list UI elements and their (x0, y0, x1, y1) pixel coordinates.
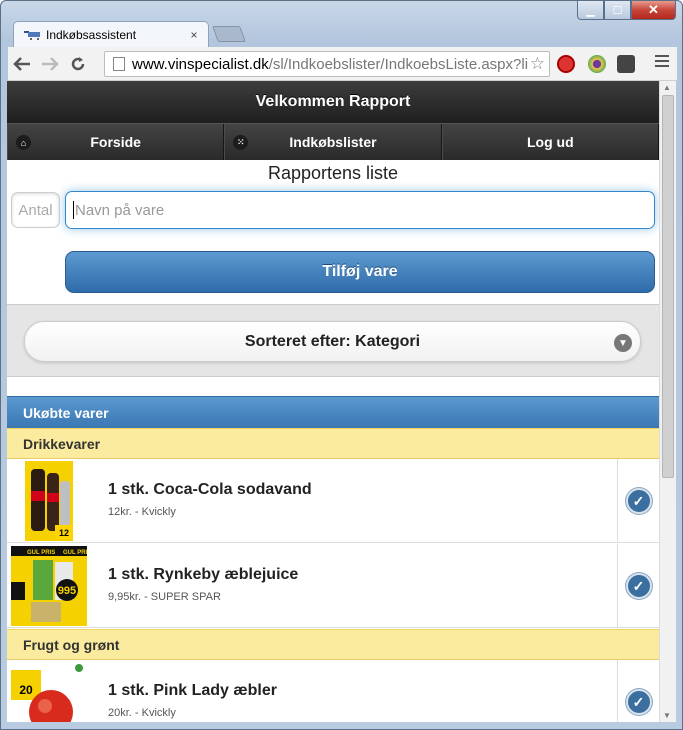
reload-button[interactable] (64, 50, 92, 78)
url-path: /sl/Indkoebslister/IndkoebsListe.aspx?li (268, 55, 529, 73)
product-image: 12 (11, 461, 87, 541)
list-item[interactable]: 20 1 stk. Pink Lady æbler 20kr. - Kvickl… (7, 660, 659, 722)
browser-tab[interactable]: Indkøbsassistent × (13, 21, 209, 47)
vertical-scrollbar[interactable]: ▲ ▼ (659, 81, 676, 722)
svg-text:GUL PRIS: GUL PRIS (63, 550, 87, 556)
back-arrow-icon (13, 56, 30, 71)
item-price-store: 12kr. - Kvickly (108, 506, 176, 518)
add-item-row: Antal Navn på vare (7, 191, 659, 229)
check-icon: ✓ (625, 573, 652, 599)
list-item[interactable]: GUL PRIS GUL PRIS 995 1 stk. Rynkeby æbl… (7, 544, 659, 628)
nav-forside-label: Forside (90, 134, 141, 150)
mark-bought-button[interactable]: ✓ (617, 544, 659, 628)
nav-indkobslister-label: Indkøbslister (289, 134, 377, 150)
bookmark-star-icon[interactable]: ☆ (527, 54, 545, 74)
home-icon: ⌂ (16, 135, 31, 150)
check-icon: ✓ (625, 488, 652, 514)
category-divider: Drikkevarer (7, 428, 659, 459)
page-title: Rapportens liste (267, 163, 399, 183)
mark-bought-button[interactable]: ✓ (617, 660, 659, 722)
app-header: Velkommen Rapport (7, 81, 659, 123)
close-icon: ✕ (648, 2, 659, 17)
product-image: GUL PRIS GUL PRIS 995 (11, 546, 87, 626)
sort-label: Sorteret efter: Kategori (244, 332, 421, 350)
svg-text:20: 20 (19, 683, 33, 697)
svg-text:GUL PRIS: GUL PRIS (27, 550, 55, 556)
page-icon (113, 57, 125, 71)
category-divider: Frugt og grønt (7, 629, 659, 660)
product-image: 20 (11, 662, 87, 722)
adblock-icon[interactable] (557, 55, 575, 73)
nav-log-ud[interactable]: Log ud (441, 124, 659, 160)
item-price-store: 20kr. - Kvickly (108, 707, 176, 719)
nav-indkobslister[interactable]: ⁙ Indkøbslister (224, 124, 442, 160)
add-item-button[interactable]: Tilføj vare (65, 251, 655, 293)
cart-icon (24, 30, 40, 40)
text-caret (73, 201, 74, 219)
url-host: www.vinspecialist.dk (132, 55, 269, 73)
maximize-icon: ☐ (612, 4, 623, 17)
window-controls: ▁ ☐ ✕ (577, 1, 676, 20)
item-title: 1 stk. Coca-Cola sodavand (108, 481, 312, 498)
scroll-down-icon[interactable]: ▼ (663, 711, 671, 720)
sort-select[interactable]: Sorteret efter: Kategori ▼ (24, 321, 641, 362)
scrollbar-thumb[interactable] (662, 95, 674, 478)
address-bar[interactable]: www.vinspecialist.dk/sl/Indkoebslister/I… (104, 51, 550, 77)
chrome-menu-button[interactable] (655, 55, 669, 70)
item-name-input[interactable]: Navn på vare (65, 191, 655, 229)
item-price-store: 9,95kr. - SUPER SPAR (108, 591, 221, 603)
chevron-down-icon: ▼ (614, 334, 632, 352)
browser-toolbar: www.vinspecialist.dk/sl/Indkoebslister/I… (8, 47, 677, 81)
tab-close-icon[interactable]: × (186, 28, 202, 42)
main-navbar: ⌂ Forside ⁙ Indkøbslister Log ud (7, 123, 659, 160)
item-name-placeholder: Navn på vare (75, 201, 165, 219)
reload-icon (71, 56, 85, 70)
new-tab-button[interactable] (212, 26, 246, 42)
pink-lady-apples-image: 20 (11, 662, 87, 722)
coca-cola-image: 12 (25, 461, 73, 541)
forward-button[interactable] (36, 50, 64, 78)
svg-text:12: 12 (59, 528, 69, 538)
grid-icon: ⁙ (233, 135, 249, 150)
section-divider-unbought: Ukøbte varer (7, 396, 659, 428)
mark-bought-button[interactable]: ✓ (617, 459, 659, 543)
eye-extension-icon[interactable] (588, 55, 606, 73)
nav-log-ud-label: Log ud (526, 134, 574, 150)
list-item[interactable]: 12 1 stk. Coca-Cola sodavand 12kr. - Kvi… (7, 459, 659, 543)
tab-title: Indkøbsassistent (46, 27, 137, 42)
nav-forside[interactable]: ⌂ Forside (7, 124, 225, 160)
minimize-icon: ▁ (586, 4, 595, 17)
back-button[interactable] (8, 50, 36, 78)
forward-arrow-icon (42, 56, 59, 71)
scroll-up-icon[interactable]: ▲ (663, 83, 671, 92)
item-title: 1 stk. Pink Lady æbler (108, 682, 277, 699)
rynkeby-juice-image: GUL PRIS GUL PRIS 995 (11, 546, 87, 626)
evernote-icon[interactable] (617, 55, 635, 73)
item-title: 1 stk. Rynkeby æblejuice (108, 566, 299, 583)
minimize-button[interactable]: ▁ (577, 1, 604, 20)
svg-text:995: 995 (58, 585, 76, 597)
sort-panel: Sorteret efter: Kategori ▼ (7, 304, 659, 377)
page-viewport: Velkommen Rapport ⌂ Forside ⁙ Indkøbslis… (7, 81, 659, 722)
check-icon: ✓ (625, 689, 652, 715)
close-window-button[interactable]: ✕ (631, 1, 676, 20)
quantity-input[interactable]: Antal (11, 192, 60, 228)
menu-icon (655, 55, 669, 57)
maximize-button[interactable]: ☐ (604, 1, 631, 20)
